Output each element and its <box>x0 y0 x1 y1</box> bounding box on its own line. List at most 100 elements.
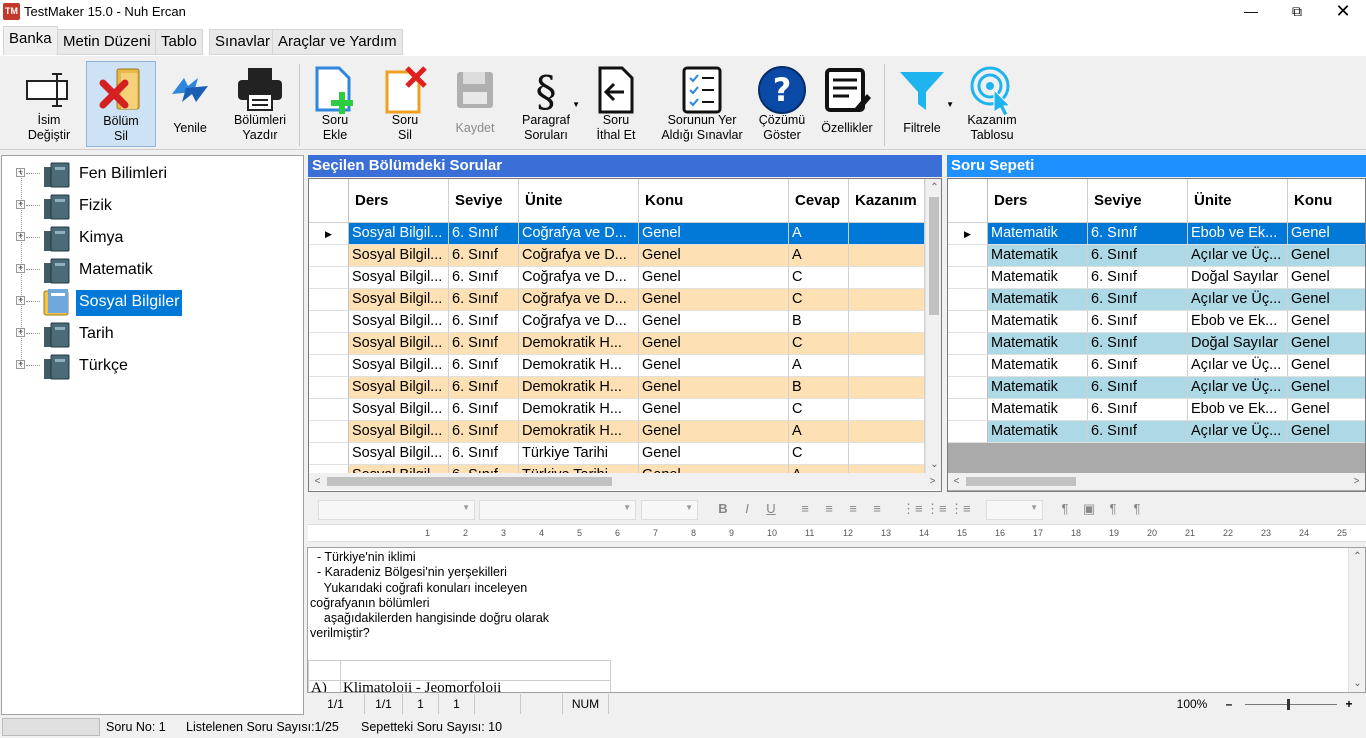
filter-button[interactable]: Filtrele ▼ <box>888 61 956 147</box>
column-header-seviye[interactable]: Seviye <box>1088 179 1188 223</box>
ltr-icon[interactable]: ¶ <box>1104 501 1122 516</box>
scroll-up-icon[interactable]: ⌃ <box>926 179 941 196</box>
table-row[interactable]: Sosyal Bilgil... 6. Sınıf Coğrafya ve D...… <box>309 289 925 311</box>
row-selector[interactable] <box>309 289 349 311</box>
row-selector[interactable] <box>948 289 988 311</box>
add-question-button[interactable]: Soru Ekle <box>302 61 368 147</box>
table-row[interactable]: Sosyal Bilgil... 6. Sınıf Coğrafya ve D...… <box>309 267 925 289</box>
row-selector[interactable] <box>309 399 349 421</box>
table-row[interactable]: Matematik 6. Sınıf Açılar ve Üç... Genel <box>948 355 1365 377</box>
row-selector[interactable] <box>309 421 349 443</box>
bullet-list-icon[interactable]: ⋮≡ <box>902 501 923 517</box>
scroll-down-icon[interactable]: ⌄ <box>926 456 941 473</box>
italic-icon[interactable]: I <box>738 501 756 516</box>
questions-vertical-scrollbar[interactable]: ⌃ ⌄ <box>925 179 941 473</box>
scroll-left-icon[interactable]: < <box>309 473 326 490</box>
scroll-right-icon[interactable]: > <box>924 473 941 490</box>
table-row[interactable]: ▶ Sosyal Bilgil... 6. Sınıf Coğrafya ve D..… <box>309 223 925 245</box>
tab-araclar-ve-yardim[interactable]: Araçlar ve Yardım <box>272 29 403 55</box>
scroll-thumb[interactable] <box>966 477 1076 486</box>
table-row[interactable]: Sosyal Bilgil...6. SınıfTürkiye TarihiGe… <box>309 443 925 465</box>
table-row[interactable]: Matematik 6. Sınıf Açılar ve Üç... Genel <box>948 289 1365 311</box>
tree-node[interactable]: + Fizik <box>16 190 306 222</box>
style-select[interactable]: ▼ <box>318 500 475 520</box>
table-row[interactable]: Matematik 6. Sınıf Açılar ve Üç... Genel <box>948 421 1365 443</box>
scroll-left-icon[interactable]: < <box>948 473 965 490</box>
table-row[interactable]: Sosyal Bilgil... 6. Sınıf Demokratik H... G… <box>309 421 925 443</box>
row-selector[interactable] <box>309 245 349 267</box>
tree-node[interactable]: + Fen Bilimleri <box>16 158 306 190</box>
row-selector[interactable] <box>948 421 988 443</box>
print-sections-button[interactable]: Bölümleri Yazdır <box>224 61 296 147</box>
column-header-ders[interactable]: Ders <box>988 179 1088 223</box>
tab-sinavlar[interactable]: Sınavlar <box>209 29 277 55</box>
row-selector[interactable] <box>948 245 988 267</box>
tree-node[interactable]: + Tarih <box>16 318 306 350</box>
row-selector[interactable] <box>309 311 349 333</box>
question-exams-button[interactable]: Sorunun Yer Aldığı Sınavlar <box>652 61 752 147</box>
row-selector[interactable] <box>309 355 349 377</box>
align-right-icon[interactable]: ≡ <box>844 501 862 516</box>
tree-node[interactable]: + Sosyal Bilgiler <box>16 286 306 318</box>
row-selector[interactable] <box>309 267 349 289</box>
font-select[interactable]: ▼ <box>479 500 636 520</box>
align-justify-icon[interactable]: ≡ <box>868 501 886 516</box>
row-selector[interactable] <box>948 267 988 289</box>
table-row[interactable]: Sosyal Bilgil... 6. Sınıf Demokratik H... G… <box>309 355 925 377</box>
close-icon[interactable]: ✕ <box>1320 0 1366 24</box>
bold-icon[interactable]: B <box>714 501 732 516</box>
indent-select[interactable]: ▼ <box>986 500 1043 520</box>
column-header-konu[interactable]: Konu <box>1288 179 1365 223</box>
row-selector[interactable] <box>309 333 349 355</box>
tab-metin-duzeni[interactable]: Metin Düzeni <box>57 29 157 55</box>
row-selector[interactable] <box>309 377 349 399</box>
import-question-button[interactable]: Soru İthal Et <box>586 61 646 147</box>
table-row[interactable]: Sosyal Bilgil... 6. Sınıf Coğrafya ve D...… <box>309 245 925 267</box>
table-row[interactable]: Matematik 6. Sınıf Ebob ve Ek... Genel <box>948 399 1365 421</box>
row-selector[interactable] <box>948 355 988 377</box>
table-row[interactable]: Sosyal Bilgil... 6. Sınıf Demokratik H... G… <box>309 377 925 399</box>
table-row[interactable]: Matematik 6. Sınıf Doğal Sayılar Genel <box>948 333 1365 355</box>
rename-button[interactable]: İsim Değiştir <box>14 61 84 147</box>
column-header-konu[interactable]: Konu <box>639 179 789 223</box>
scroll-down-icon[interactable]: ⌄ <box>1349 675 1365 692</box>
minimize-icon[interactable]: — <box>1228 0 1274 24</box>
scroll-up-icon[interactable]: ⌃ <box>1349 548 1365 565</box>
tree-node[interactable]: + Türkçe <box>16 350 306 382</box>
basket-horizontal-scrollbar[interactable]: < > <box>948 473 1365 490</box>
row-selector[interactable] <box>309 443 349 465</box>
save-button[interactable]: Kaydet <box>442 61 508 147</box>
tab-banka[interactable]: Banka <box>3 26 58 55</box>
row-selector[interactable] <box>948 377 988 399</box>
align-left-icon[interactable]: ≡ <box>796 501 814 516</box>
table-row[interactable]: Matematik 6. Sınıf Açılar ve Üç... Genel <box>948 377 1365 399</box>
restore-icon[interactable]: ⧉ <box>1274 0 1320 24</box>
current-row-icon[interactable]: ▶ <box>948 223 988 245</box>
column-header-cevap[interactable]: Cevap <box>789 179 849 223</box>
table-row[interactable]: Matematik 6. Sınıf Açılar ve Üç... Genel <box>948 245 1365 267</box>
tab-tablo[interactable]: Tablo <box>155 29 203 55</box>
tree-node[interactable]: + Matematik <box>16 254 306 286</box>
row-selector[interactable] <box>948 333 988 355</box>
column-header-nite[interactable]: Ünite <box>519 179 639 223</box>
editor-scrollbar[interactable]: ⌃ ⌄ <box>1348 548 1365 692</box>
font-size-select[interactable]: ▼ <box>641 500 698 520</box>
rtl-icon[interactable]: ¶ <box>1128 501 1146 516</box>
table-row[interactable]: Sosyal Bilgil... 6. Sınıf Coğrafya ve D...… <box>309 311 925 333</box>
scroll-thumb[interactable] <box>327 477 612 486</box>
table-row[interactable]: ▶ Matematik 6. Sınıf Ebob ve Ek... Genel <box>948 223 1365 245</box>
zoom-slider[interactable] <box>1245 704 1337 705</box>
row-selector[interactable] <box>948 311 988 333</box>
questions-horizontal-scrollbar[interactable]: < > <box>309 473 941 490</box>
zoom-in-icon[interactable]: + <box>1343 694 1355 714</box>
zoom-slider-thumb[interactable] <box>1287 699 1290 710</box>
table-row[interactable]: Matematik 6. Sınıf Ebob ve Ek... Genel <box>948 311 1365 333</box>
numbered-list-icon[interactable]: ⋮≡ <box>926 501 947 517</box>
current-row-icon[interactable]: ▶ <box>309 223 349 245</box>
column-header-ders[interactable]: Ders <box>349 179 449 223</box>
tree-node[interactable]: + Kimya <box>16 222 306 254</box>
outcome-table-button[interactable]: Kazanım Tablosu <box>960 61 1024 147</box>
scroll-right-icon[interactable]: > <box>1348 473 1365 490</box>
table-row[interactable]: Sosyal Bilgil... 6. Sınıf Demokratik H... G… <box>309 399 925 421</box>
table-row[interactable]: Sosyal Bilgil... 6. Sınıf Demokratik H... G… <box>309 333 925 355</box>
